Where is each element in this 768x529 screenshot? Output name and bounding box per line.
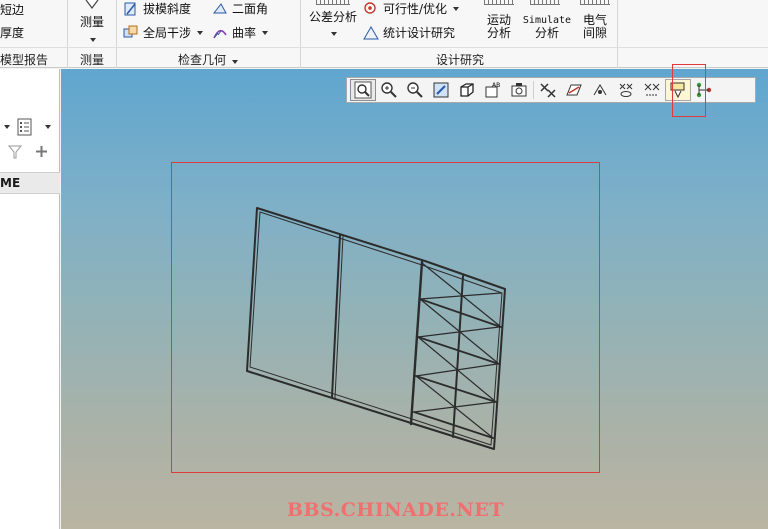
electrical-clearance-button[interactable]: 电气 间隙	[576, 14, 614, 40]
chevron-down-icon	[197, 30, 204, 35]
electrical-label-2: 间隙	[582, 26, 607, 40]
tolerance-ruler-icon	[316, 0, 350, 5]
draft-check-button[interactable]: 拔模斜度	[123, 0, 191, 17]
chevron-down-icon[interactable]	[45, 125, 51, 129]
feasibility-label: 可行性/优化	[383, 2, 448, 16]
plus-icon[interactable]	[35, 145, 48, 158]
motion-label-2: 分析	[486, 26, 511, 40]
statistical-icon	[363, 25, 379, 39]
group-label-design-study: 设计研究	[436, 53, 485, 67]
ribbon-group-labels: 模型报告 测量 检查几何 设计研究	[0, 47, 768, 68]
global-interference-label: 全局干涉	[143, 26, 192, 40]
curvature-label: 曲率	[232, 26, 257, 40]
chevron-down-icon[interactable]	[4, 125, 10, 129]
dihedral-button[interactable]: 二面角	[212, 0, 268, 17]
frame-outline-inner	[249, 211, 503, 446]
graphics-viewport[interactable]: AB BBS.CHINADE.NET	[61, 64, 768, 529]
feasibility-icon	[364, 1, 376, 14]
dihedral-label: 二面角	[232, 2, 269, 16]
short-edge-label: 短边	[0, 3, 25, 17]
group-label-model-report: 模型报告	[0, 53, 49, 67]
filter-icon[interactable]	[8, 145, 22, 159]
tree-column-header[interactable]: ME	[0, 172, 60, 194]
measure-button[interactable]: 测量	[74, 0, 110, 45]
tolerance-analysis-button[interactable]: 公差分析	[305, 11, 361, 39]
inspect-geometry-label: 检查几何	[178, 53, 227, 67]
frame-outline	[246, 207, 506, 450]
curvature-button[interactable]: 曲率	[212, 24, 269, 41]
group-label-inspect-geometry[interactable]: 检查几何	[178, 51, 238, 68]
thickness-label: 厚度	[0, 26, 25, 40]
motion-analysis-button[interactable]: 运动 分析	[478, 14, 520, 40]
chevron-down-icon	[453, 6, 460, 11]
draft-icon	[124, 2, 136, 15]
measure-icon	[85, 0, 99, 9]
thickness-button[interactable]: 厚度	[0, 24, 24, 41]
feasibility-button[interactable]: 可行性/优化	[363, 0, 460, 17]
simulate-analysis-button[interactable]: Simulate 分析	[520, 14, 574, 40]
model-tree-panel: ME	[0, 69, 60, 529]
chevron-down-icon	[90, 38, 96, 42]
measure-label: 测量	[79, 15, 104, 29]
chevron-down-icon	[262, 30, 269, 35]
electrical-ruler-icon	[580, 0, 610, 5]
statistical-study-button[interactable]: 统计设计研究	[363, 24, 455, 41]
group-label-measure: 测量	[80, 53, 105, 67]
chevron-down-icon	[231, 60, 238, 64]
short-edge-button[interactable]: 短边	[0, 1, 24, 18]
statistical-study-label: 统计设计研究	[383, 26, 456, 40]
draft-check-label: 拔模斜度	[143, 2, 192, 16]
curvature-icon	[213, 29, 227, 38]
tree-filter-row	[0, 141, 60, 163]
tree-settings-icon[interactable]	[16, 118, 34, 136]
watermark-text: BBS.CHINADE.NET	[287, 499, 504, 521]
simulate-ruler-icon	[530, 0, 560, 5]
simulate-label-2: 分析	[534, 26, 559, 40]
lattice-left-post	[409, 260, 424, 426]
frame-model[interactable]	[61, 69, 768, 529]
motion-ruler-icon	[484, 0, 514, 5]
chevron-down-icon	[331, 32, 337, 36]
tolerance-analysis-label: 公差分析	[308, 10, 357, 24]
interference-icon	[123, 25, 138, 37]
global-interference-button[interactable]: 全局干涉	[123, 24, 204, 41]
dihedral-icon	[212, 2, 227, 13]
ribbon: 短边 厚度 测量 拔模斜度 二面角 全局干涉 曲率 公差分析 可行性/优化 统计…	[0, 0, 768, 68]
tree-toolbar	[0, 116, 60, 138]
